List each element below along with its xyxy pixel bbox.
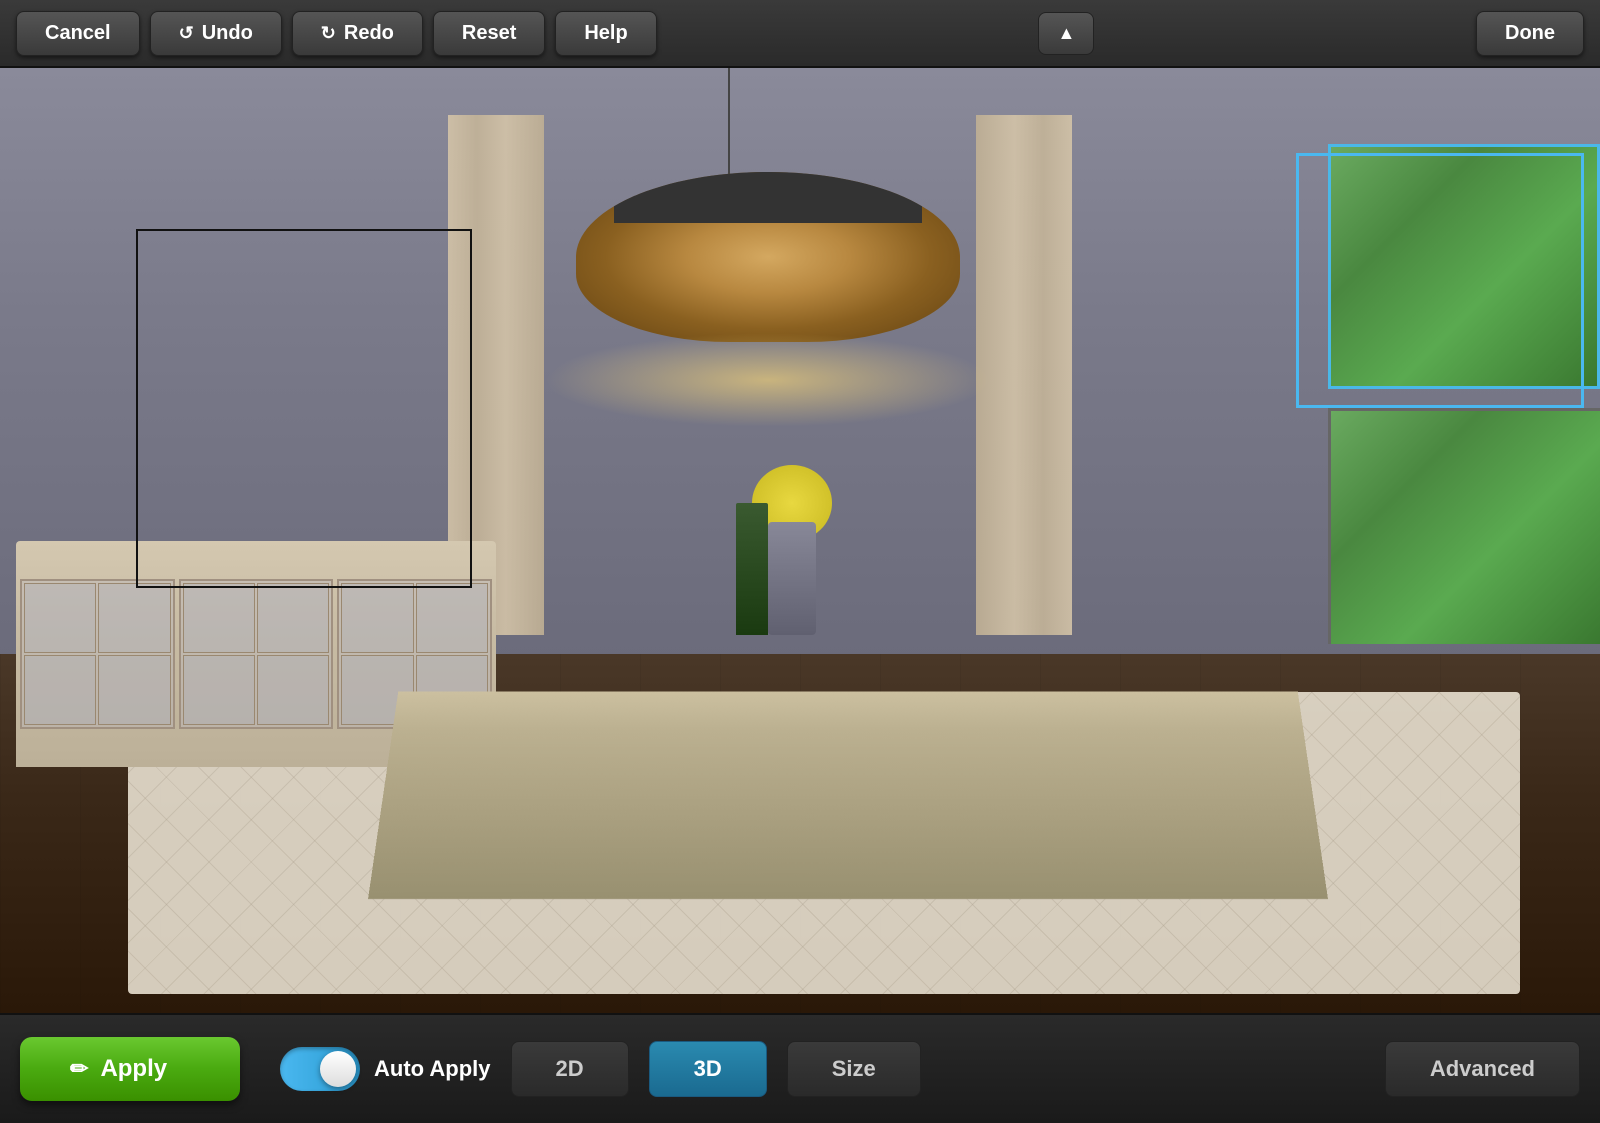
glass-door-left	[20, 579, 175, 730]
reset-label: Reset	[462, 22, 516, 45]
scene-background	[0, 68, 1600, 1013]
reset-button[interactable]: Reset	[433, 11, 545, 56]
wine-bottle	[736, 503, 768, 635]
redo-icon: ↻	[321, 23, 336, 44]
redo-label: Redo	[344, 22, 394, 45]
size-button[interactable]: Size	[787, 1041, 921, 1097]
glass-pane	[98, 655, 170, 725]
apply-button[interactable]: ✏ Apply	[20, 1037, 240, 1101]
glass-pane	[98, 583, 170, 653]
advanced-label: Advanced	[1430, 1056, 1535, 1081]
window-right-bottom	[1328, 408, 1600, 644]
undo-icon: ↺	[179, 23, 194, 44]
glass-pane	[416, 583, 488, 653]
auto-apply-label: Auto Apply	[374, 1056, 491, 1082]
apply-label: Apply	[100, 1055, 167, 1083]
room-scene[interactable]	[0, 68, 1600, 1013]
undo-label: Undo	[202, 22, 253, 45]
done-button[interactable]: Done	[1476, 11, 1584, 56]
chandelier	[576, 172, 960, 342]
bottom-toolbar: ✏ Apply Auto Apply 2D 3D Size Advanced	[0, 1013, 1600, 1123]
chandelier-glow	[544, 333, 992, 428]
glass-pane	[257, 655, 329, 725]
redo-button[interactable]: ↻ Redo	[292, 11, 423, 56]
auto-apply-section: Auto Apply	[280, 1047, 491, 1091]
toggle-thumb	[320, 1051, 356, 1087]
cancel-button[interactable]: Cancel	[16, 11, 140, 56]
view-3d-button[interactable]: 3D	[649, 1041, 767, 1097]
view-2d-button[interactable]: 2D	[511, 1041, 629, 1097]
glass-pane	[24, 583, 96, 653]
top-toolbar: Cancel ↺ Undo ↻ Redo Reset Help ▲ Done	[0, 0, 1600, 68]
view-2d-label: 2D	[556, 1056, 584, 1081]
glass-pane	[257, 583, 329, 653]
view-3d-label: 3D	[694, 1056, 722, 1081]
glass-pane	[183, 655, 255, 725]
done-label: Done	[1505, 22, 1555, 45]
collapse-icon: ▲	[1057, 23, 1075, 43]
apply-icon: ✏	[70, 1056, 88, 1082]
glass-pane	[24, 655, 96, 725]
help-button[interactable]: Help	[555, 11, 656, 56]
dining-table	[368, 692, 1328, 900]
chandelier-chain	[728, 68, 730, 181]
glass-pane	[183, 583, 255, 653]
glass-pane	[341, 583, 413, 653]
help-label: Help	[584, 22, 627, 45]
window-right-top	[1328, 144, 1600, 390]
collapse-button[interactable]: ▲	[1038, 12, 1094, 55]
glass-door-right	[179, 579, 334, 730]
cancel-label: Cancel	[45, 22, 111, 45]
flower-vase	[768, 522, 816, 635]
size-label: Size	[832, 1056, 876, 1081]
undo-button[interactable]: ↺ Undo	[150, 11, 282, 56]
auto-apply-toggle[interactable]	[280, 1047, 360, 1091]
advanced-button[interactable]: Advanced	[1385, 1041, 1580, 1097]
